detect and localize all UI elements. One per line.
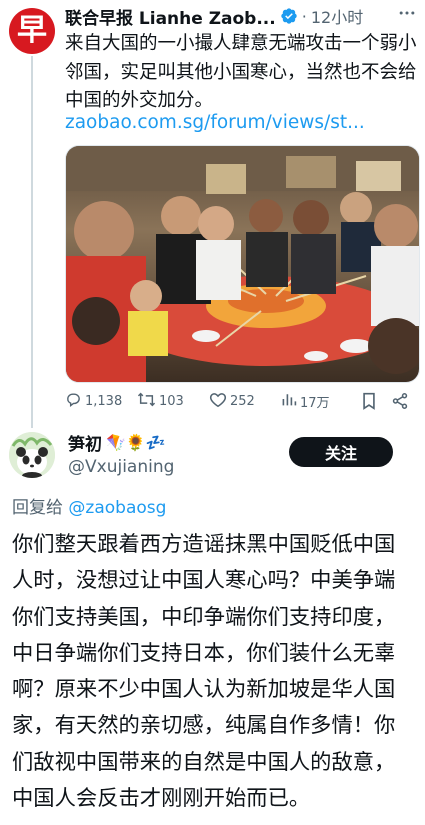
- bookmark-icon[interactable]: [361, 392, 391, 410]
- zaobao-logo-glyph: 早: [17, 13, 47, 48]
- replying-to-mention[interactable]: @zaobaosg: [68, 498, 166, 518]
- views-count: 17万: [300, 395, 330, 411]
- article-link[interactable]: zaobao.com.sg/forum/views/st...: [65, 112, 365, 133]
- tweet-time[interactable]: 12小时: [311, 4, 363, 28]
- tweet-action-bar: 1,138 103 252 17万: [65, 390, 417, 412]
- tweet-photo[interactable]: [65, 145, 420, 383]
- like-icon: [209, 391, 230, 412]
- parent-tweet-header: 联合早报 Lianhe Zaob... · 12小时: [65, 3, 417, 29]
- reply-count: 1,138: [85, 393, 123, 409]
- more-icon[interactable]: [397, 3, 417, 28]
- separator-dot: ·: [301, 6, 307, 26]
- retweet-icon: [137, 391, 159, 412]
- follow-button[interactable]: 关注: [289, 437, 393, 467]
- reply-icon: [65, 391, 85, 412]
- reply-author-row: 笋初 🪁🌻💤: [68, 430, 166, 455]
- reply-tweet-text: 你们整天跟着西方造谣抹黑中国贬低中国人时，没想过让中国人寒心吗？中美争端你们支持…: [12, 532, 396, 812]
- retweet-action[interactable]: 103: [137, 391, 209, 412]
- like-action[interactable]: 252: [209, 391, 281, 412]
- parent-author-name[interactable]: 联合早报 Lianhe Zaob...: [65, 4, 276, 29]
- views-icon: [281, 391, 300, 411]
- views-action[interactable]: 17万: [281, 391, 361, 411]
- reply-author-handle[interactable]: @Vxujianing: [68, 457, 174, 477]
- reply-author-name[interactable]: 笋初: [68, 430, 102, 455]
- name-emojis: 🪁🌻💤: [106, 432, 166, 452]
- parent-tweet-text: 来自大国的一小撮人肆意无端攻击一个弱小邻国，实足叫其他小国寒心，当然也不会给中国…: [65, 33, 417, 111]
- zaobao-avatar[interactable]: 早: [9, 8, 55, 54]
- retweet-count: 103: [159, 393, 184, 409]
- user-avatar[interactable]: [9, 432, 55, 478]
- thread-connector-line: [31, 56, 33, 428]
- reply-action[interactable]: 1,138: [65, 391, 137, 412]
- like-count: 252: [230, 393, 255, 409]
- share-icon[interactable]: [391, 392, 415, 410]
- replying-to-prefix: 回复给: [12, 498, 63, 518]
- replying-to: 回复给 @zaobaosg: [12, 493, 166, 518]
- verified-badge-icon: [280, 7, 298, 25]
